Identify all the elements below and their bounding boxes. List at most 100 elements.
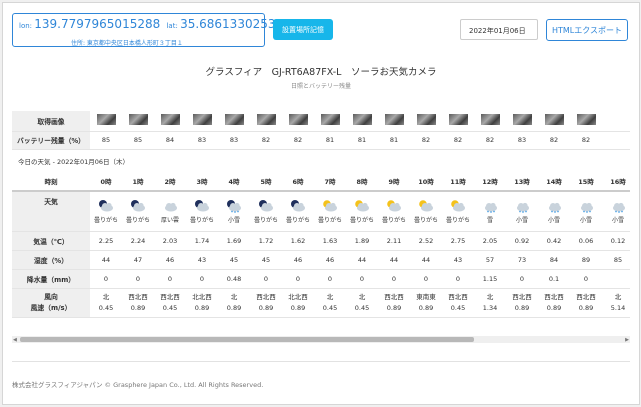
wind-speed: 0.89 (130, 303, 146, 312)
wind-cell: 北 0.89 (218, 288, 250, 318)
wind-cell: 西北西 0.89 (378, 288, 410, 318)
camera-thumbnail[interactable] (160, 114, 180, 126)
camera-thumbnail[interactable] (224, 114, 244, 126)
camera-thumbnail[interactable] (416, 114, 436, 126)
weather-cell: 雪 (474, 191, 506, 232)
main-card: lon: 139.7797965015288 lat: 35.686133025… (2, 2, 640, 405)
image-cell[interactable] (442, 111, 474, 132)
camera-thumbnail[interactable] (320, 114, 340, 126)
hour-header-row: 時刻 0時 1時 2時 3時 4時 5時 6時 7時 8時 9時 10時 11時 12時 13時 14時 15… (12, 172, 630, 192)
weather-text: 曇りがち (253, 216, 278, 224)
battery-cell: 83 (186, 131, 218, 150)
weather-text: 小雪 (515, 216, 528, 224)
temperature-cell: 1.63 (314, 231, 346, 251)
wind-cell: 東南東 0.89 (410, 288, 442, 318)
image-cell[interactable] (218, 111, 250, 132)
camera-thumbnail[interactable] (480, 114, 500, 126)
moon-snow-icon (218, 199, 250, 213)
camera-thumbnail[interactable] (544, 114, 564, 126)
image-cell[interactable] (314, 111, 346, 132)
camera-thumbnail[interactable] (288, 114, 308, 126)
image-cell[interactable] (378, 111, 410, 132)
temperature-cell: 1.89 (346, 231, 378, 251)
battery-cell: 82 (250, 131, 282, 150)
snow-icon (602, 199, 630, 213)
sun-cloud-icon (346, 199, 378, 213)
temperature-cell: 0.42 (538, 231, 570, 251)
battery-cell: 82 (570, 131, 602, 150)
precipitation-cell (602, 269, 630, 289)
scroll-right-arrow-icon[interactable]: ▶ (625, 337, 629, 343)
wind-cell: 西北西 0.89 (250, 288, 282, 318)
temperature-cell: 2.24 (122, 231, 154, 251)
temperature-cell: 1.72 (250, 231, 282, 251)
camera-thumbnail[interactable] (128, 114, 148, 126)
precipitation-cell: 0 (314, 269, 346, 289)
moon-cloud-icon (250, 199, 282, 213)
wind-cell: 西北西 0.45 (442, 288, 474, 318)
humidity-cell: 57 (474, 250, 506, 270)
camera-thumbnail[interactable] (256, 114, 276, 126)
scrollbar-thumb[interactable] (20, 337, 474, 342)
precipitation-cell: 0 (122, 269, 154, 289)
image-cell[interactable] (410, 111, 442, 132)
precipitation-cell: 0 (154, 269, 186, 289)
humidity-cell: 84 (538, 250, 570, 270)
camera-thumbnail[interactable] (576, 114, 596, 126)
horizontal-scrollbar[interactable]: ◀ ▶ (12, 336, 630, 343)
weather-table-scroll[interactable]: 取得画像 バッテリー残量（%） 85 85 84 83 83 82 82 81 81 81 82 82… (12, 111, 630, 343)
hour-cell: 2時 (154, 172, 186, 192)
temperature-cell: 1.69 (218, 231, 250, 251)
weather-text: 曇りがち (445, 216, 470, 224)
weather-cell: 小雪 (602, 191, 630, 232)
weather-cell: 曇りがち (90, 191, 122, 232)
hour-cell: 14時 (538, 172, 570, 192)
humidity-cell: 43 (186, 250, 218, 270)
weather-cell: 曇りがち (442, 191, 474, 232)
image-cell[interactable] (282, 111, 314, 132)
camera-thumbnail[interactable] (512, 114, 532, 126)
camera-thumbnail[interactable] (384, 114, 404, 126)
temperature-cell: 1.62 (282, 231, 314, 251)
weather-text: 厚い雲 (160, 216, 179, 224)
camera-thumbnail[interactable] (96, 114, 116, 126)
wind-speed: 0.89 (546, 303, 562, 312)
wind-speed-label: 風速（m/s） (30, 303, 72, 312)
date-input[interactable]: 2022年01月06日 (460, 19, 538, 40)
image-cell[interactable] (154, 111, 186, 132)
temperature-cell: 2.25 (90, 231, 122, 251)
camera-thumbnail[interactable] (448, 114, 468, 126)
humidity-cell: 46 (314, 250, 346, 270)
image-cell[interactable] (602, 111, 630, 132)
weather-text: 小雪 (547, 216, 560, 224)
html-export-button[interactable]: HTMLエクスポート (546, 19, 628, 41)
wind-direction: 西北西 (512, 292, 532, 301)
wind-cell: 西北西 0.89 (506, 288, 538, 318)
scroll-left-arrow-icon[interactable]: ◀ (13, 337, 17, 343)
camera-thumbnail[interactable] (192, 114, 212, 126)
image-cell[interactable] (186, 111, 218, 132)
image-cell[interactable] (250, 111, 282, 132)
camera-thumbnail[interactable] (352, 114, 372, 126)
hour-cell: 4時 (218, 172, 250, 192)
page-title: グラスフィア GJ-RT6A87FX-L ソーラお天気カメラ (205, 67, 437, 78)
image-cell[interactable] (346, 111, 378, 132)
image-cell[interactable] (570, 111, 602, 132)
sun-cloud-icon (410, 199, 442, 213)
image-cell[interactable] (474, 111, 506, 132)
lon-label: lon: (19, 22, 33, 30)
image-cell[interactable] (90, 111, 122, 132)
image-cell[interactable] (506, 111, 538, 132)
wind-direction: 西北西 (160, 292, 180, 301)
save-location-button[interactable]: 設置場所記憶 (273, 19, 333, 40)
wind-cell: 西北西 0.45 (154, 288, 186, 318)
wind-speed: 0.89 (578, 303, 594, 312)
battery-cell: 82 (442, 131, 474, 150)
humidity-cell: 43 (442, 250, 474, 270)
image-cell[interactable] (538, 111, 570, 132)
image-cell[interactable] (122, 111, 154, 132)
moon-cloud-icon (122, 199, 154, 213)
precipitation-cell: 0 (90, 269, 122, 289)
wind-speed: 0.89 (386, 303, 402, 312)
temperature-cell: 2.05 (474, 231, 506, 251)
